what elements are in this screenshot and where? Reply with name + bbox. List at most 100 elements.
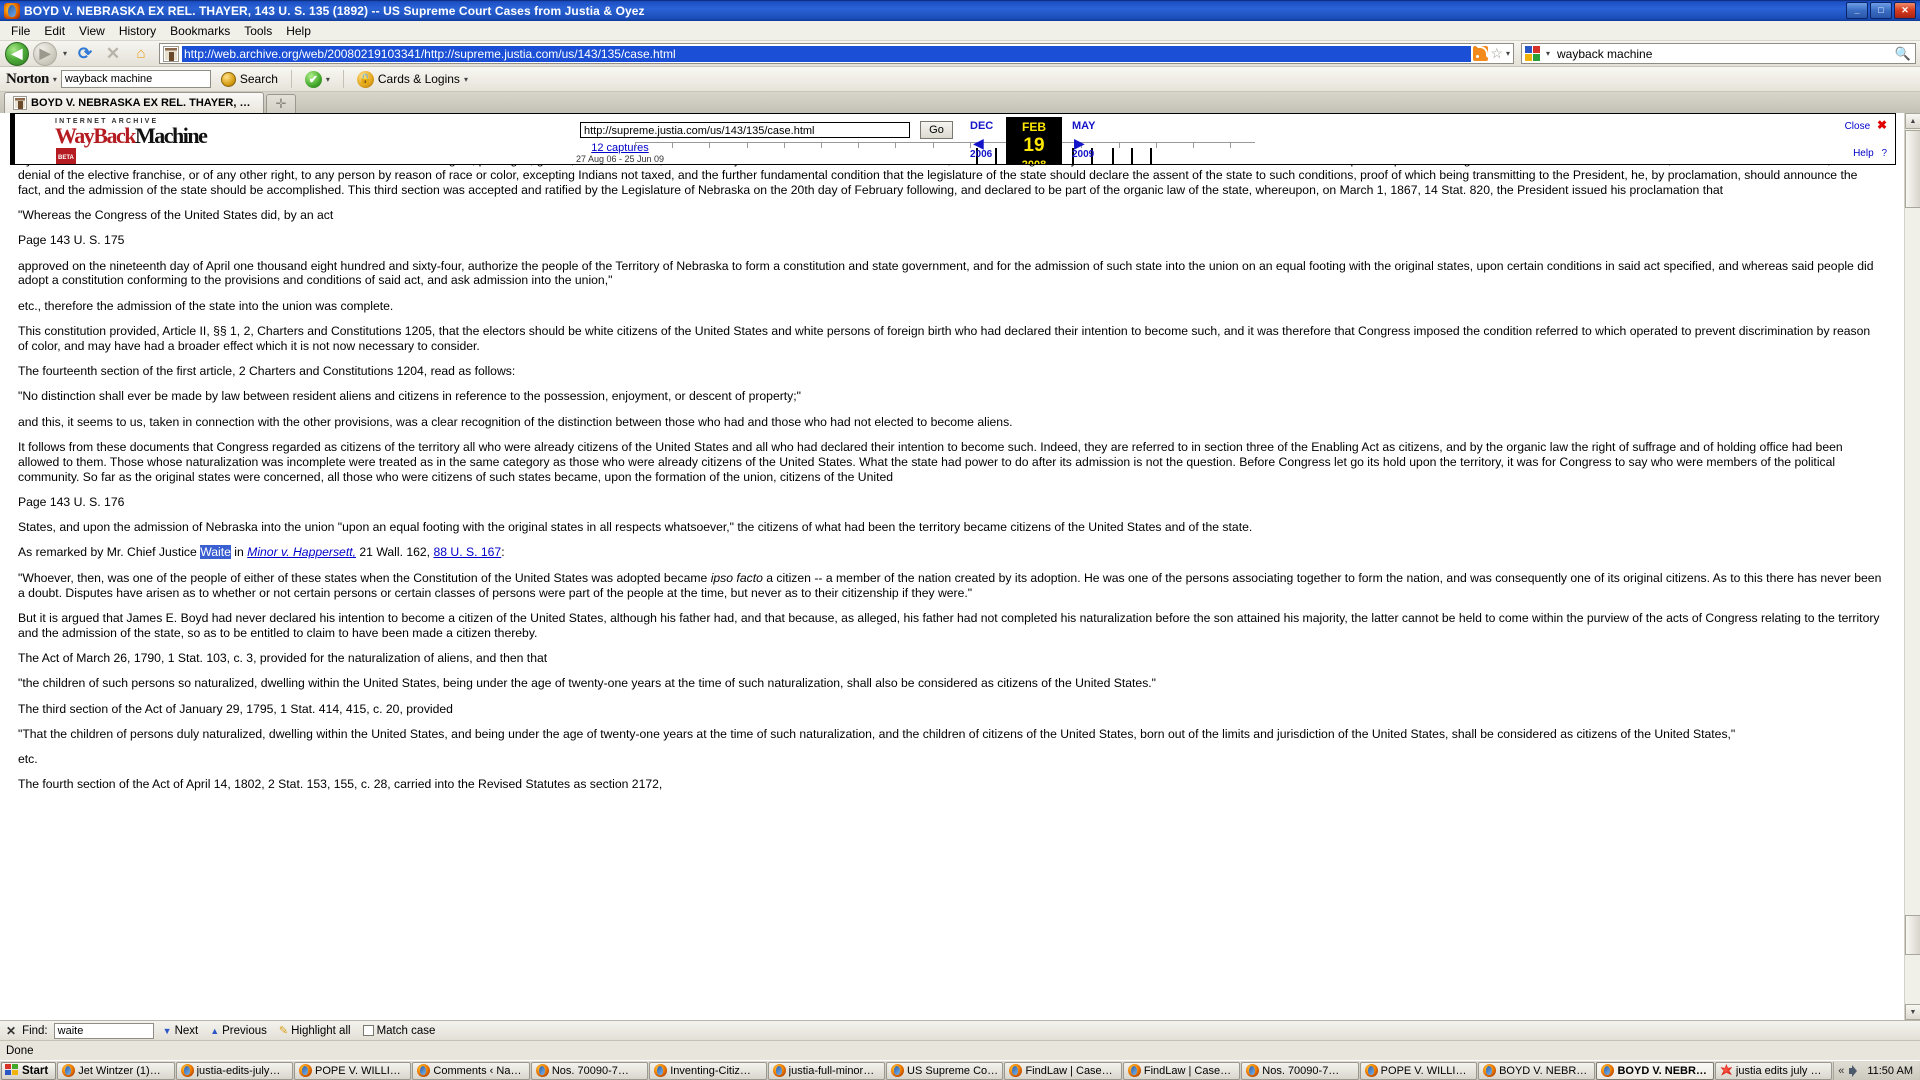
wayback-url-input[interactable]: http://supreme.justia.com/us/143/135/cas…: [580, 122, 910, 138]
search-bar[interactable]: ▾ wayback machine 🔍: [1521, 43, 1916, 64]
help-question-icon[interactable]: ?: [1881, 148, 1887, 159]
window-titlebar: BOYD V. NEBRASKA EX REL. THAYER, 143 U. …: [0, 0, 1920, 21]
firefox-icon: [1601, 1064, 1614, 1077]
maximize-button[interactable]: □: [1870, 2, 1892, 19]
paragraph: "No distinction shall ever be made by la…: [18, 389, 1882, 404]
status-text: Done: [6, 1045, 34, 1057]
tray-expand-chevron-icon[interactable]: «: [1838, 1065, 1844, 1077]
wayback-help-control[interactable]: Help ?: [1853, 148, 1887, 159]
start-button[interactable]: Start: [1, 1062, 56, 1080]
cards-and-logins-button[interactable]: 🔒 Cards & Logins ▾: [351, 69, 474, 90]
paragraph: etc., therefore the admission of the sta…: [18, 299, 1882, 314]
close-button[interactable]: ✕: [1894, 2, 1916, 19]
taskbar-button[interactable]: justia-edits-july…: [176, 1062, 293, 1080]
find-label: Find:: [22, 1025, 48, 1037]
menu-item-file[interactable]: File: [4, 22, 37, 40]
page-content: "the constitution and state government w…: [0, 113, 1920, 1020]
find-input[interactable]: waite: [54, 1023, 154, 1039]
taskbar-button-label: Jet Wintzer (1)…: [78, 1065, 161, 1077]
norton-logo: Norton: [6, 71, 49, 88]
tab-bar: BOYD V. NEBRASKA EX REL. THAYER, 1… ✛: [0, 92, 1920, 114]
firefox-icon: [1009, 1064, 1022, 1077]
taskbar-button[interactable]: FindLaw | Case…: [1004, 1062, 1121, 1080]
menu-item-help[interactable]: Help: [279, 22, 318, 40]
home-button[interactable]: ⌂: [128, 42, 154, 66]
taskbar-button[interactable]: Nos. 70090-7…: [1241, 1062, 1358, 1080]
scrollbar-thumb[interactable]: [1905, 130, 1920, 208]
paragraph: "the children of such persons so natural…: [18, 676, 1882, 691]
close-x-icon[interactable]: ✖: [1877, 118, 1887, 132]
url-input[interactable]: http://web.archive.org/web/2008021910334…: [182, 46, 1471, 62]
nav-dropdown-caret-icon[interactable]: ▾: [60, 49, 70, 58]
taskbar-button[interactable]: BOYD V. NEBR…: [1478, 1062, 1595, 1080]
next-capture-arrow-icon[interactable]: ▶: [1074, 135, 1085, 152]
toolbar-divider-2: [343, 70, 344, 88]
vertical-scrollbar[interactable]: ▲ ▼: [1904, 113, 1920, 1020]
checkbox-icon[interactable]: [363, 1025, 374, 1036]
url-bar[interactable]: http://web.archive.org/web/2008021910334…: [159, 43, 1514, 64]
menu-item-tools[interactable]: Tools: [237, 22, 279, 40]
norton-menu-caret-icon[interactable]: ▾: [53, 75, 57, 84]
wayback-logo[interactable]: INTERNET ARCHIVE WayBackMachineBETA: [55, 118, 205, 165]
menu-item-view[interactable]: View: [72, 22, 112, 40]
firefox-icon: [891, 1064, 904, 1077]
case-link-88-us-167[interactable]: 88 U. S. 167: [433, 545, 501, 559]
case-link-minor-v-happersett[interactable]: Minor v. Happersett,: [247, 545, 356, 559]
find-previous-button[interactable]: ▲ Previous: [207, 1025, 270, 1037]
scroll-down-arrow-icon[interactable]: ▼: [1905, 1004, 1920, 1020]
minimize-button[interactable]: _: [1846, 2, 1868, 19]
wayback-go-button[interactable]: Go: [920, 121, 953, 139]
taskbar-button[interactable]: Nos. 70090-7…: [531, 1062, 648, 1080]
find-close-icon[interactable]: ✕: [6, 1024, 16, 1038]
cards-logins-caret-icon[interactable]: ▾: [464, 75, 468, 84]
paragraph: "That the children of persons duly natur…: [18, 727, 1882, 742]
forward-button[interactable]: ▶: [32, 42, 58, 66]
norton-search-input[interactable]: wayback machine: [61, 70, 211, 88]
taskbar-button[interactable]: Inventing-Citiz…: [649, 1062, 766, 1080]
clock[interactable]: 11:50 AM: [1867, 1065, 1913, 1077]
reload-button[interactable]: ⟳: [72, 42, 98, 66]
scroll-up-arrow-icon[interactable]: ▲: [1905, 113, 1920, 129]
page-favicon-icon: [163, 46, 179, 62]
norton-search-button[interactable]: Search: [215, 70, 284, 89]
search-magnifier-icon[interactable]: 🔍: [1895, 46, 1915, 62]
speaker-icon[interactable]: [1849, 1065, 1862, 1077]
new-tab-button[interactable]: ✛: [266, 94, 296, 113]
taskbar-button[interactable]: justia-full-minor…: [768, 1062, 885, 1080]
back-button[interactable]: ◀: [4, 42, 30, 66]
browser-tab[interactable]: BOYD V. NEBRASKA EX REL. THAYER, 1…: [4, 92, 264, 113]
document-body: "the constitution and state government w…: [0, 113, 1900, 803]
taskbar-button[interactable]: BOYD V. NEBR…: [1596, 1062, 1713, 1080]
rss-feed-icon[interactable]: [1473, 46, 1488, 61]
taskbar-button[interactable]: US Supreme Co…: [886, 1062, 1003, 1080]
paragraph: The third section of the Act of January …: [18, 702, 1882, 717]
highlight-all-button[interactable]: ✎ Highlight all: [276, 1024, 354, 1037]
bookmark-star-icon[interactable]: ☆: [1490, 45, 1503, 62]
capture-timeline[interactable]: [635, 142, 1255, 164]
taskbar-button[interactable]: Comments ‹ Na…: [412, 1062, 529, 1080]
menu-item-history[interactable]: History: [112, 22, 163, 40]
taskbar-button-label: FindLaw | Case…: [1025, 1065, 1112, 1077]
norton-status-caret-icon[interactable]: ▾: [326, 75, 330, 84]
prev-capture-arrow-icon[interactable]: ◀: [973, 135, 984, 152]
menu-item-edit[interactable]: Edit: [37, 22, 72, 40]
taskbar-button[interactable]: POPE V. WILLI…: [294, 1062, 411, 1080]
url-history-caret-icon[interactable]: ▾: [1503, 49, 1513, 58]
highlight-all-label: Highlight all: [291, 1025, 350, 1037]
taskbar-button[interactable]: Jet Wintzer (1)…: [57, 1062, 174, 1080]
search-engine-caret-icon[interactable]: ▾: [1543, 49, 1553, 58]
search-input[interactable]: wayback machine: [1553, 47, 1652, 61]
taskbar-button[interactable]: POPE V. WILLI…: [1360, 1062, 1477, 1080]
find-next-button[interactable]: ▼ Next: [160, 1025, 202, 1037]
menu-bar: File Edit View History Bookmarks Tools H…: [0, 21, 1920, 41]
match-case-checkbox[interactable]: Match case: [360, 1025, 439, 1037]
taskbar-button-label: Nos. 70090-7…: [552, 1065, 629, 1077]
norton-safe-status-button[interactable]: ✔ ▾: [299, 69, 336, 90]
wayback-close-control[interactable]: Close ✖: [1845, 118, 1887, 132]
stop-button[interactable]: ✕: [100, 42, 126, 66]
taskbar-button[interactable]: FindLaw | Case…: [1123, 1062, 1240, 1080]
taskbar-button[interactable]: justia edits july …: [1715, 1062, 1832, 1080]
scrollbar-thumb-secondary[interactable]: [1905, 915, 1920, 955]
citation-mid: in: [231, 545, 247, 559]
menu-item-bookmarks[interactable]: Bookmarks: [163, 22, 237, 40]
